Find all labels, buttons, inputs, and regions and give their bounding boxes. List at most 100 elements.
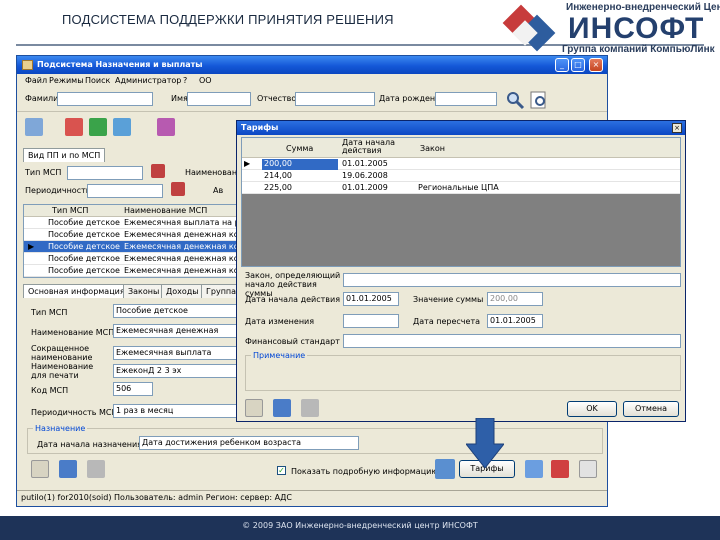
birth-date-input[interactable]	[435, 92, 497, 106]
search-icon[interactable]	[505, 90, 525, 110]
close-card-icon[interactable]	[551, 460, 569, 478]
assignment-start-field[interactable]: Дата достижения ребенком возраста	[139, 436, 359, 450]
main-window-titlebar[interactable]: Подсистема Назначения и выплаты	[17, 56, 607, 74]
menu-search[interactable]: Поиск	[85, 76, 110, 85]
msp-type-filter-input[interactable]	[67, 166, 143, 180]
delete-icon[interactable]	[87, 460, 105, 478]
clear-filter-icon[interactable]	[151, 164, 165, 178]
msp-code-field[interactable]: 506	[113, 382, 153, 396]
msp-code-label: Код МСП	[31, 386, 69, 395]
tariff-financial-field[interactable]	[343, 334, 681, 348]
col-msp-type[interactable]: Тип МСП	[52, 206, 88, 215]
edit-icon[interactable]	[59, 460, 77, 478]
down-arrow-icon	[466, 418, 504, 468]
patronymic-input[interactable]	[295, 92, 375, 106]
tab-main-info[interactable]: Основная информация	[23, 284, 130, 298]
tariff-delete-icon[interactable]	[301, 399, 319, 417]
open-icon[interactable]	[25, 118, 43, 136]
status-text: putilo(1) for2010(soid) Пользователь: ad…	[21, 493, 292, 502]
tariff-edit-icon[interactable]	[273, 399, 291, 417]
first-name-input[interactable]	[187, 92, 251, 106]
table-row-selected[interactable]: ▶ Пособие детское Ежемесячная денежная к…	[24, 241, 236, 253]
print-name-field[interactable]: ЕжеконД 2 3 эх	[113, 364, 237, 378]
table-row[interactable]: Пособие детское Ежемесячная выплата на р…	[24, 217, 236, 229]
menu-modes[interactable]: Режимы	[49, 76, 84, 85]
assignment-group-title: Назначение	[33, 424, 88, 433]
close-button[interactable]: ×	[589, 58, 603, 72]
last-name-input[interactable]	[57, 92, 153, 106]
patronymic-label: Отчество	[257, 94, 297, 103]
table-row[interactable]: Пособие детское Ежемесячная денежная ком…	[24, 253, 236, 265]
tariffs-title: Тарифы	[241, 123, 279, 132]
ok-button[interactable]: OK	[567, 401, 617, 417]
tariff-change-date-field[interactable]	[343, 314, 399, 328]
tariffs-titlebar[interactable]: Тарифы	[237, 121, 685, 135]
tariff-value-field[interactable]: 200,00	[487, 292, 543, 306]
tariff-change-date-label: Дата изменения	[245, 317, 315, 326]
footer-copyright: © 2009 ЗАО Инженерно-внедренческий центр…	[242, 521, 478, 530]
msp-period-label: Периодичность МСП	[31, 408, 118, 417]
periodicity-filter-input[interactable]	[87, 184, 163, 198]
tariffs-close-button[interactable]: ×	[672, 123, 682, 133]
msp-name-label: Наименование МСП	[31, 328, 115, 337]
col-start-date[interactable]: Дата начала действия	[342, 139, 402, 155]
msp-type-field[interactable]: Пособие детское	[113, 304, 237, 318]
table-row[interactable]: Пособие детское Ежемесячная денежная ком…	[24, 229, 236, 241]
tariff-financial-label: Финансовый стандарт	[245, 337, 340, 346]
msp-grid: Тип МСП Наименование МСП Пособие детское…	[23, 204, 237, 278]
col-law[interactable]: Закон	[420, 144, 445, 153]
tab-laws[interactable]: Законы	[123, 284, 165, 298]
tariffs-dialog: Тарифы × Сумма Дата начала действия Зако…	[236, 120, 686, 422]
col-sum[interactable]: Сумма	[286, 144, 313, 153]
company-logo: Инженерно-внедренческий Центр ИНСОФТ Гру…	[502, 2, 720, 58]
print-name-label: Наименование для печати	[31, 362, 94, 380]
menu-help[interactable]: ?	[183, 76, 187, 85]
msp-period-field[interactable]: 1 раз в месяц	[113, 404, 237, 418]
tariffs-icon[interactable]	[435, 459, 455, 479]
period-suffix: Ав	[213, 186, 224, 195]
table-row[interactable]: Пособие детское Ежемесячная денежная ком…	[24, 265, 236, 277]
tariff-recalc-field[interactable]: 01.01.2005	[487, 314, 543, 328]
msp-name-field[interactable]: Ежемесячная денежная	[113, 324, 237, 338]
tariff-law-field[interactable]	[343, 273, 681, 287]
row-pointer-icon: ▶	[28, 242, 35, 251]
tariff-row[interactable]: 214,00 19.06.2008	[242, 170, 680, 182]
tab-msp-types[interactable]: Вид ПП и по МСП	[23, 148, 106, 162]
msp-type-filter-label: Тип МСП	[25, 168, 62, 177]
minimize-button[interactable]: _	[555, 58, 569, 72]
advanced-search-icon[interactable]	[529, 90, 549, 110]
logo-emblem-icon	[502, 4, 556, 52]
tariff-recalc-label: Дата пересчета	[413, 317, 481, 326]
short-name-label: Сокращенное наименование	[31, 344, 93, 362]
reports-icon[interactable]	[157, 118, 175, 136]
menu-oo[interactable]: OO	[199, 76, 212, 85]
msp-type-label: Тип МСП	[31, 308, 68, 317]
show-details-checkbox[interactable]: ✓	[277, 466, 286, 475]
print-icon[interactable]	[525, 460, 543, 478]
settings-icon[interactable]	[579, 460, 597, 478]
delete-record-icon[interactable]	[65, 118, 83, 136]
search-bar: Фамилия Имя Отчество Дата рождения	[17, 88, 607, 112]
tariff-law-label: Закон, определяющий начало действия сумм…	[245, 271, 341, 298]
short-name-field[interactable]: Ежемесячная выплата	[113, 346, 237, 360]
tariff-row-selected[interactable]: ▶ 200,00 01.01.2005	[242, 158, 680, 170]
row-pointer-icon: ▶	[244, 159, 251, 168]
tariff-row[interactable]: 225,00 01.01.2009 Региональные ЦПА	[242, 182, 680, 194]
col-msp-name[interactable]: Наименование МСП	[124, 206, 207, 215]
cancel-button[interactable]: Отмена	[623, 401, 679, 417]
menu-admin[interactable]: Администратор	[115, 76, 181, 85]
show-details-label: Показать подробную информацию	[291, 467, 439, 476]
app-icon	[22, 60, 33, 70]
refresh-icon[interactable]	[89, 118, 107, 136]
tariff-start-field[interactable]: 01.01.2005	[343, 292, 399, 306]
export-icon[interactable]	[113, 118, 131, 136]
msp-grid-header: Тип МСП Наименование МСП	[24, 205, 236, 217]
first-name-label: Имя	[171, 94, 188, 103]
tab-incomes[interactable]: Доходы	[161, 284, 204, 298]
menu-file[interactable]: Файл	[25, 76, 47, 85]
tariff-new-icon[interactable]	[245, 399, 263, 417]
new-icon[interactable]	[31, 460, 49, 478]
status-bar: putilo(1) for2010(soid) Пользователь: ad…	[17, 490, 607, 504]
clear-period-icon[interactable]	[171, 182, 185, 196]
maximize-button[interactable]: □	[571, 58, 585, 72]
